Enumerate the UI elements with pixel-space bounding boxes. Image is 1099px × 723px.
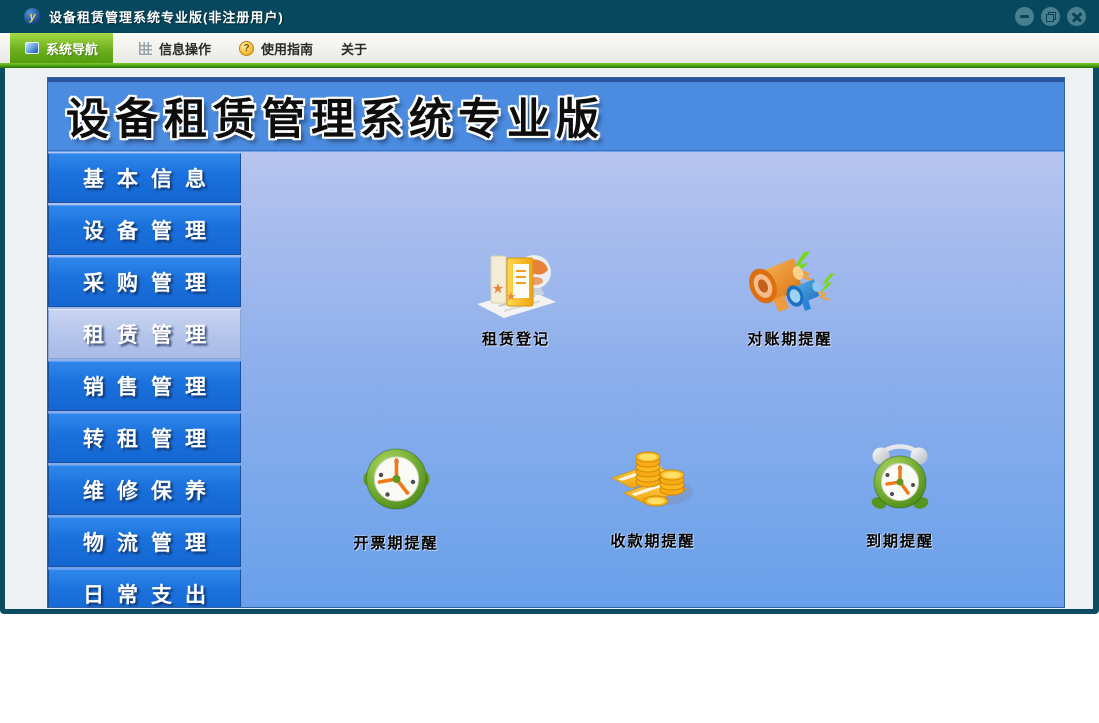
books-globe-icon bbox=[477, 255, 556, 318]
sidebar-item-purchase-mgmt[interactable]: 采购管理 bbox=[48, 257, 241, 307]
grid-icon bbox=[139, 41, 153, 55]
shortcut-label: 租赁登记 bbox=[481, 331, 550, 348]
app-logo-icon: y bbox=[24, 8, 41, 25]
sidebar-item-sales-mgmt[interactable]: 销售管理 bbox=[48, 361, 241, 411]
menu-item-system-navigation[interactable]: 系统导航 bbox=[10, 33, 114, 63]
banner-title: 设备租赁管理系统专业版 bbox=[66, 95, 605, 145]
sidebar-item-rental-mgmt[interactable]: 租赁管理 bbox=[48, 309, 241, 359]
menu-item-about[interactable]: 关于 bbox=[327, 33, 381, 63]
shortcut-payment-collection-reminder[interactable]: 收款期提醒 bbox=[608, 446, 698, 551]
shortcut-expiry-reminder[interactable]: 到期提醒 bbox=[866, 444, 934, 551]
main-panel: 设备租赁管理系统专业版 租赁登记 对账期提醒 开票期提醒 收款期提醒 到期提醒 … bbox=[47, 77, 1065, 608]
shortcut-label: 到期提醒 bbox=[865, 533, 935, 550]
stopwatch-icon bbox=[362, 448, 429, 510]
help-coin-icon bbox=[239, 40, 255, 56]
shortcut-label: 收款期提醒 bbox=[610, 533, 696, 550]
menu-item-user-guide[interactable]: 使用指南 bbox=[225, 33, 327, 63]
menu-label: 系统导航 bbox=[46, 41, 99, 57]
titlebar: y 设备租赁管理系统专业版(非注册用户) bbox=[0, 0, 1099, 33]
restore-icon bbox=[1045, 11, 1056, 22]
alarm-clock-icon bbox=[871, 444, 929, 509]
menubar: 系统导航 信息操作 使用指南 关于 bbox=[0, 33, 1099, 63]
shortcut-label: 开票期提醒 bbox=[353, 535, 439, 552]
shortcut-rental-registration[interactable]: 租赁登记 bbox=[471, 244, 561, 349]
gold-coins-icon bbox=[610, 451, 693, 507]
close-button[interactable] bbox=[1067, 7, 1086, 26]
minimize-button[interactable] bbox=[1015, 7, 1034, 26]
sidebar: 基本信息 设备管理 采购管理 租赁管理 销售管理 转租管理 维修保养 物流管理 … bbox=[48, 153, 241, 607]
menu-label: 关于 bbox=[341, 41, 368, 57]
menu-item-info-operations[interactable]: 信息操作 bbox=[125, 33, 225, 63]
sidebar-item-sublease-mgmt[interactable]: 转租管理 bbox=[48, 413, 241, 463]
banner: 设备租赁管理系统专业版 bbox=[48, 82, 1064, 151]
window-title: 设备租赁管理系统专业版(非注册用户) bbox=[49, 10, 284, 25]
megaphones-icon bbox=[749, 252, 835, 312]
sidebar-item-basic-info[interactable]: 基本信息 bbox=[48, 153, 241, 203]
client-area: 设备租赁管理系统专业版 租赁登记 对账期提醒 开票期提醒 收款期提醒 到期提醒 … bbox=[5, 68, 1093, 609]
minimize-icon bbox=[1020, 15, 1029, 18]
close-icon bbox=[1071, 11, 1083, 23]
restore-button[interactable] bbox=[1041, 7, 1060, 26]
shortcut-reconciliation-reminder[interactable]: 对账期提醒 bbox=[742, 244, 838, 349]
app-window: y 设备租赁管理系统专业版(非注册用户) 系统导航 信息操作 使用指南 关于 bbox=[0, 0, 1099, 614]
shortcut-label: 对账期提醒 bbox=[747, 331, 833, 348]
sidebar-item-logistics-mgmt[interactable]: 物流管理 bbox=[48, 517, 241, 567]
shortcut-invoicing-reminder[interactable]: 开票期提醒 bbox=[353, 446, 438, 553]
menu-label: 使用指南 bbox=[261, 41, 314, 57]
window-icon bbox=[25, 42, 39, 54]
sidebar-item-maintenance[interactable]: 维修保养 bbox=[48, 465, 241, 515]
window-controls bbox=[1015, 7, 1086, 26]
sidebar-item-equipment-mgmt[interactable]: 设备管理 bbox=[48, 205, 241, 255]
menu-label: 信息操作 bbox=[159, 41, 212, 57]
sidebar-item-daily-expenses[interactable]: 日常支出 bbox=[48, 569, 241, 607]
